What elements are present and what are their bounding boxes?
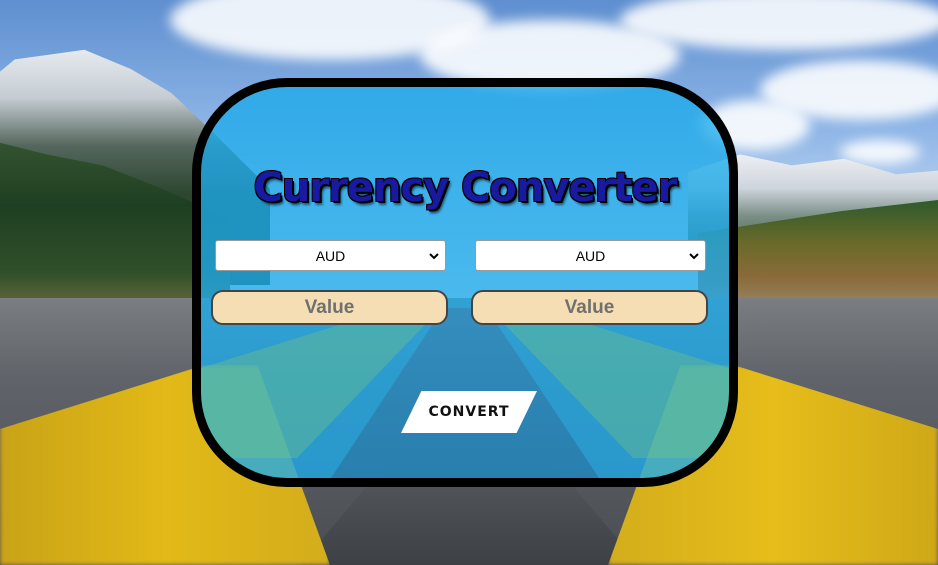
- to-value-input[interactable]: Value: [471, 290, 708, 325]
- to-value-placeholder: Value: [564, 296, 615, 318]
- from-value-placeholder: Value: [304, 296, 355, 318]
- chevron-down-icon: [689, 249, 699, 263]
- from-currency-value: AUD: [315, 247, 346, 264]
- cloud: [840, 140, 920, 164]
- converter-card: Currency Converter AUD AUD Value Value C…: [192, 78, 738, 487]
- chevron-down-icon: [429, 249, 439, 263]
- convert-button-label: CONVERT: [428, 404, 510, 420]
- from-value-input[interactable]: Value: [211, 290, 448, 325]
- page-title: Currency Converter: [253, 165, 678, 211]
- convert-button[interactable]: CONVERT: [401, 391, 537, 433]
- from-currency-select[interactable]: AUD: [215, 240, 446, 271]
- to-currency-value: AUD: [575, 247, 606, 264]
- to-currency-select[interactable]: AUD: [475, 240, 706, 271]
